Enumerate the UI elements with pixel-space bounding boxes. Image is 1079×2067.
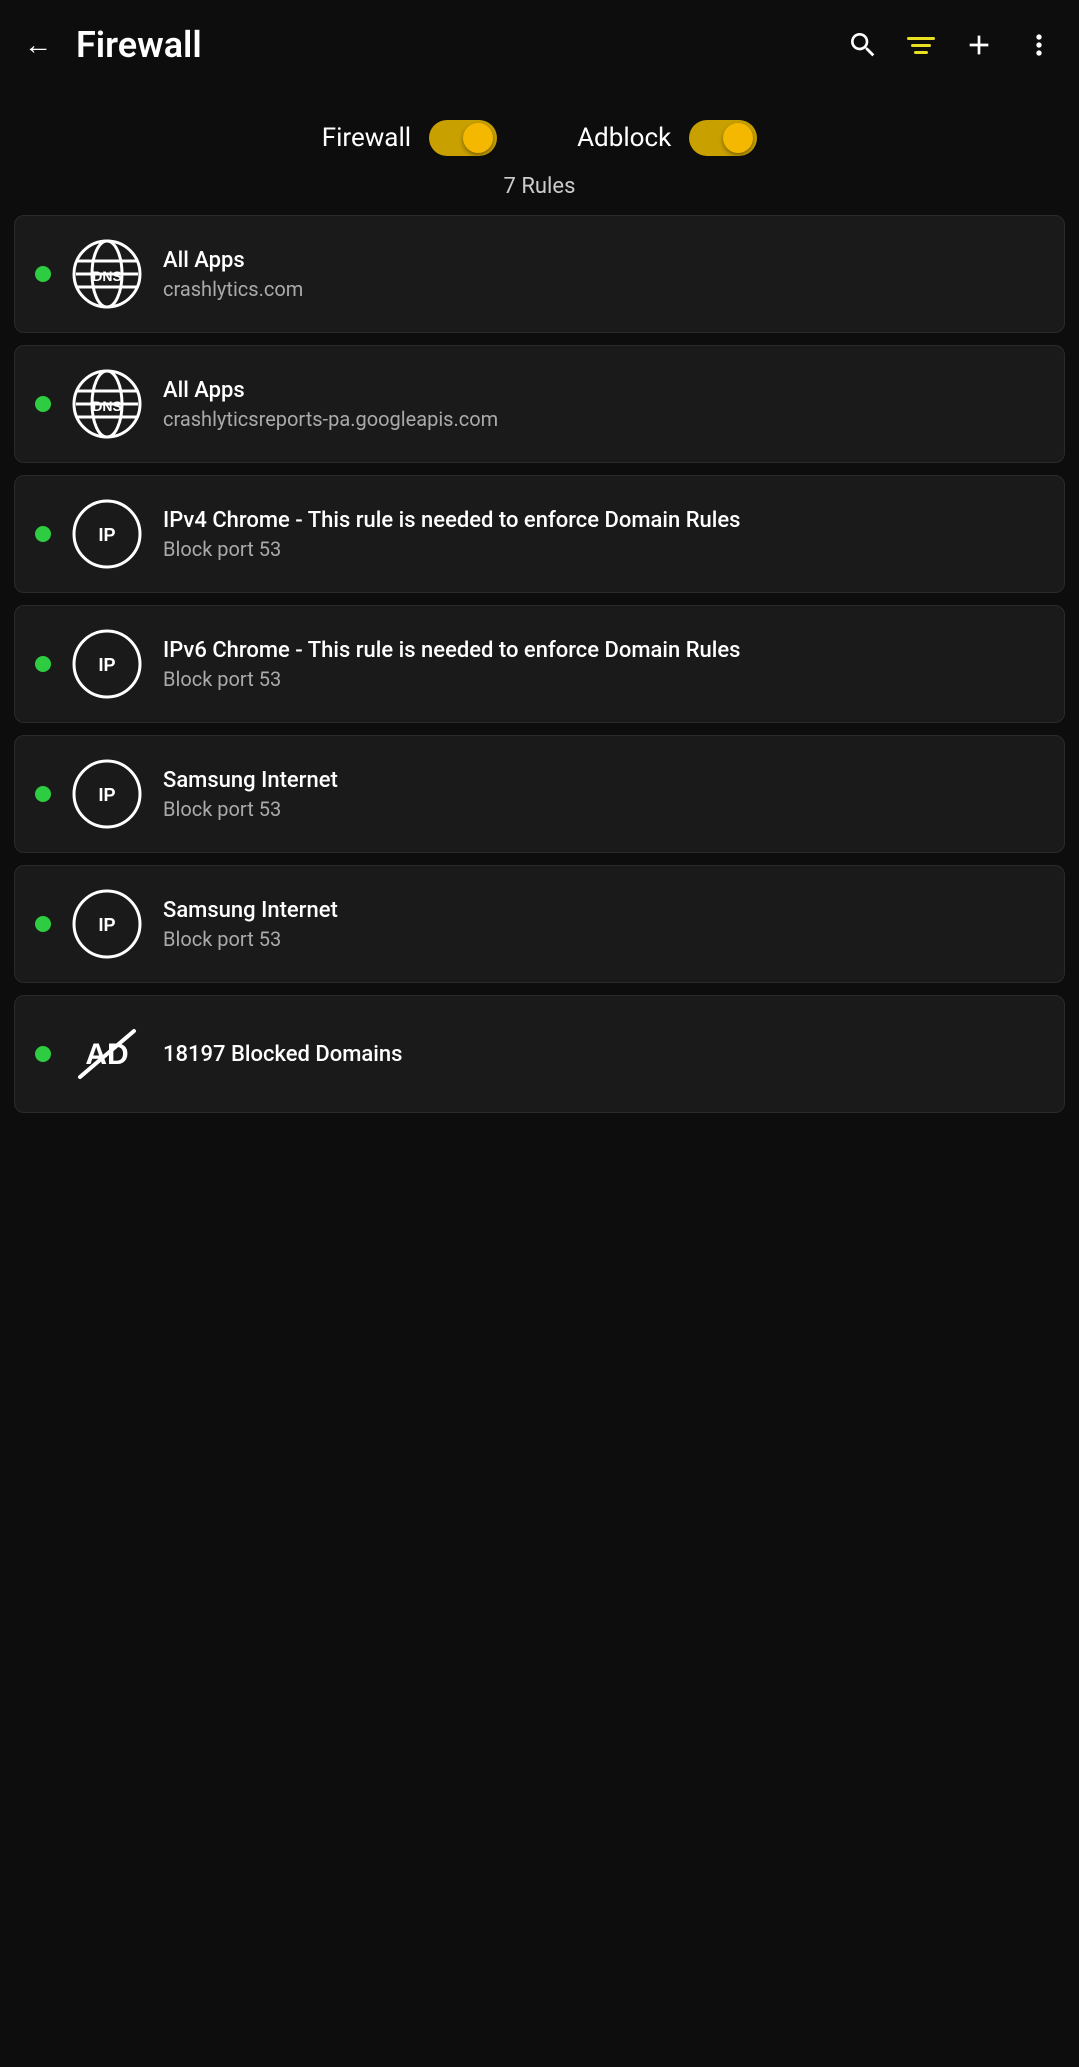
ad-icon: AD — [71, 1018, 143, 1090]
rule-text: IPv6 Chrome - This rule is needed to enf… — [163, 638, 1044, 691]
status-dot — [35, 266, 51, 282]
rule-card[interactable]: DNS All Apps crashlyticsreports-pa.googl… — [14, 345, 1065, 463]
page-title: Firewall — [76, 24, 847, 66]
rules-count: 7 Rules — [504, 174, 576, 199]
rule-subtitle: Block port 53 — [163, 927, 1044, 951]
rule-title: All Apps — [163, 248, 1044, 273]
ip-icon: IP — [71, 498, 143, 570]
rules-list: DNS All Apps crashlytics.com DNS All App… — [0, 215, 1079, 1125]
toggles-section: Firewall Adblock 7 Rules — [0, 90, 1079, 215]
back-button[interactable]: ← — [24, 31, 52, 59]
more-icon[interactable] — [1023, 29, 1055, 61]
rule-card[interactable]: IP IPv6 Chrome - This rule is needed to … — [14, 605, 1065, 723]
svg-text:DNS: DNS — [92, 398, 122, 414]
adblock-toggle[interactable] — [689, 120, 757, 156]
rule-card[interactable]: DNS All Apps crashlytics.com — [14, 215, 1065, 333]
ip-icon: IP — [71, 888, 143, 960]
svg-text:IP: IP — [98, 915, 115, 935]
add-icon[interactable] — [963, 29, 995, 61]
rule-title: IPv4 Chrome - This rule is needed to enf… — [163, 508, 1044, 533]
dns-icon: DNS — [71, 368, 143, 440]
rule-text: Samsung Internet Block port 53 — [163, 898, 1044, 951]
rule-card[interactable]: IP Samsung Internet Block port 53 — [14, 865, 1065, 983]
status-dot — [35, 656, 51, 672]
rule-title: All Apps — [163, 378, 1044, 403]
status-dot — [35, 786, 51, 802]
adblock-toggle-item: Adblock — [577, 120, 757, 156]
rule-subtitle: crashlytics.com — [163, 277, 1044, 301]
status-dot — [35, 1046, 51, 1062]
dns-icon: DNS — [71, 238, 143, 310]
rule-title: Samsung Internet — [163, 898, 1044, 923]
rule-text: Samsung Internet Block port 53 — [163, 768, 1044, 821]
search-icon[interactable] — [847, 29, 879, 61]
firewall-label: Firewall — [322, 123, 411, 153]
toggles-row: Firewall Adblock — [20, 120, 1059, 156]
status-dot — [35, 916, 51, 932]
svg-text:IP: IP — [98, 785, 115, 805]
rule-card[interactable]: AD 18197 Blocked Domains — [14, 995, 1065, 1113]
adblock-label: Adblock — [577, 123, 671, 153]
rule-subtitle: Block port 53 — [163, 667, 1044, 691]
svg-text:IP: IP — [98, 525, 115, 545]
status-dot — [35, 526, 51, 542]
svg-text:IP: IP — [98, 655, 115, 675]
toggle-thumb — [463, 123, 493, 153]
rule-title: 18197 Blocked Domains — [163, 1042, 1044, 1067]
rule-subtitle: Block port 53 — [163, 797, 1044, 821]
rule-title: IPv6 Chrome - This rule is needed to enf… — [163, 638, 1044, 663]
firewall-toggle[interactable] — [429, 120, 497, 156]
rule-text: 18197 Blocked Domains — [163, 1042, 1044, 1067]
status-dot — [35, 396, 51, 412]
svg-text:DNS: DNS — [92, 268, 122, 284]
rule-text: All Apps crashlyticsreports-pa.googleapi… — [163, 378, 1044, 431]
rule-subtitle: crashlyticsreports-pa.googleapis.com — [163, 407, 1044, 431]
filter-icon[interactable] — [907, 37, 935, 54]
app-header: ← Firewall — [0, 0, 1079, 90]
rule-subtitle: Block port 53 — [163, 537, 1044, 561]
ip-icon: IP — [71, 758, 143, 830]
rule-text: All Apps crashlytics.com — [163, 248, 1044, 301]
rule-card[interactable]: IP Samsung Internet Block port 53 — [14, 735, 1065, 853]
firewall-toggle-item: Firewall — [322, 120, 497, 156]
rule-title: Samsung Internet — [163, 768, 1044, 793]
rule-card[interactable]: IP IPv4 Chrome - This rule is needed to … — [14, 475, 1065, 593]
ip-icon: IP — [71, 628, 143, 700]
rule-text: IPv4 Chrome - This rule is needed to enf… — [163, 508, 1044, 561]
header-actions — [847, 29, 1055, 61]
